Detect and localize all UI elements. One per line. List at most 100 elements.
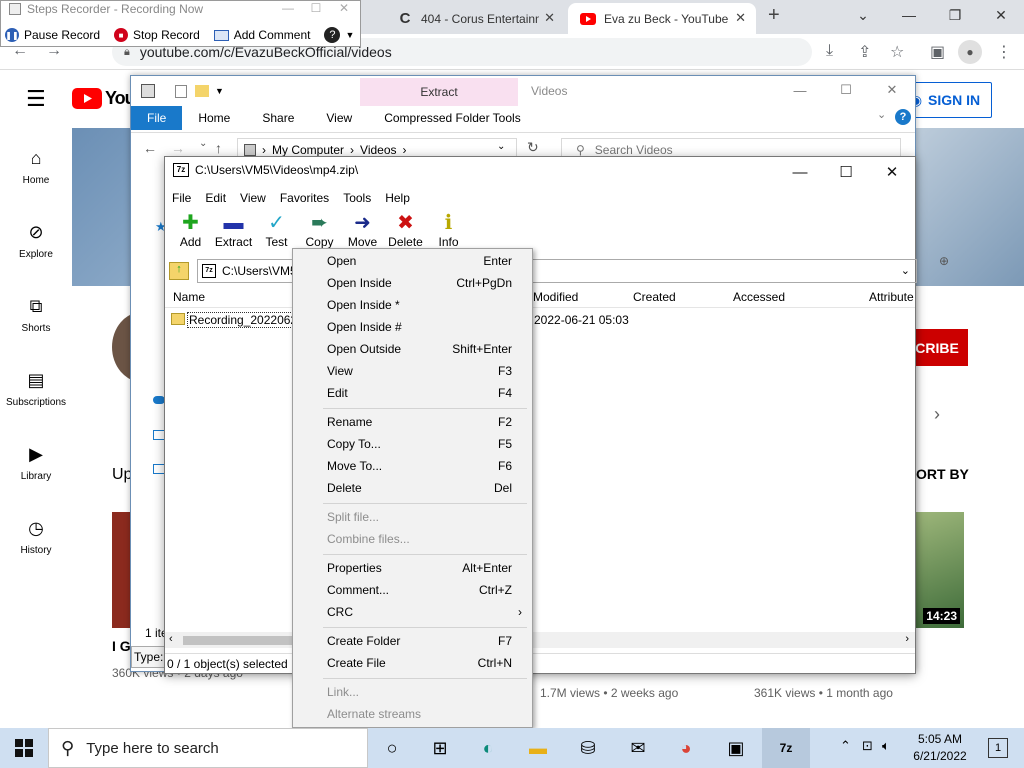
sidebar-item-shorts[interactable]: ⧉ Shorts — [0, 296, 72, 334]
tab-compressed-folder-tools[interactable]: Compressed Folder Tools — [368, 106, 537, 130]
volume-icon[interactable]: 🔈︎ — [882, 738, 890, 754]
menu-edit[interactable]: Edit — [205, 191, 226, 205]
menu-item-open-inside[interactable]: Open Inside Ctrl+PgDn — [293, 272, 532, 294]
youtube-logo[interactable]: You — [72, 88, 136, 109]
help-icon[interactable]: ? — [895, 109, 911, 125]
profile-icon[interactable]: ● — [958, 40, 982, 64]
7zip-taskbar-icon[interactable]: 7z — [762, 728, 810, 768]
scroll-right-icon[interactable]: › — [905, 633, 909, 645]
chevron-down-icon[interactable]: ⌄ — [199, 138, 207, 149]
menu-item-rename[interactable]: Rename F2 — [293, 411, 532, 433]
taskbar-search-input[interactable]: ⚲ Type here to search — [48, 728, 368, 768]
share-icon[interactable]: ⇪ — [858, 42, 871, 62]
menu-dots-icon[interactable]: ⋮ — [996, 42, 1012, 62]
menu-item-move-to[interactable]: Move To... F6 — [293, 455, 532, 477]
table-row[interactable]: Recording_2022062 2022-06-21 05:03 — [169, 310, 913, 330]
menu-item-open-inside-star[interactable]: Open Inside * — [293, 294, 532, 316]
minimize-icon[interactable]: — — [777, 76, 823, 104]
menu-file[interactable]: File — [172, 191, 191, 205]
scroll-thumb[interactable] — [183, 636, 303, 645]
mail-icon[interactable]: ✉ — [614, 728, 662, 768]
folder-up-icon[interactable]: ↑ — [169, 262, 189, 280]
close-icon[interactable]: ✕ — [978, 0, 1024, 30]
menu-item-open-inside-hash[interactable]: Open Inside # — [293, 316, 532, 338]
tab-home[interactable]: Home — [182, 106, 246, 130]
steps-recorder-taskbar-icon[interactable]: ▣ — [712, 728, 760, 768]
tab-youtube[interactable]: Eva zu Beck - YouTube ✕ — [568, 3, 756, 34]
star-icon[interactable]: ☆ — [890, 42, 904, 62]
menu-item-create-folder[interactable]: Create Folder F7 — [293, 630, 532, 652]
new-folder-icon[interactable] — [195, 85, 209, 97]
menu-item-crc[interactable]: CRC › — [293, 601, 532, 623]
column-modified[interactable]: Modified — [533, 290, 578, 304]
store-icon[interactable]: ⛁ — [564, 728, 612, 768]
menu-item-create-file[interactable]: Create File Ctrl+N — [293, 652, 532, 674]
maximize-icon[interactable]: ☐ — [823, 76, 869, 104]
column-name[interactable]: Name — [173, 290, 205, 304]
menu-item-open-outside[interactable]: Open Outside Shift+Enter — [293, 338, 532, 360]
menu-item-comment[interactable]: Comment... Ctrl+Z — [293, 579, 532, 601]
sort-by-button[interactable]: ORT BY — [916, 466, 969, 482]
back-arrow-icon[interactable]: ← — [143, 140, 157, 156]
properties-icon[interactable] — [175, 84, 187, 98]
minimize-icon[interactable]: — — [777, 157, 823, 187]
up-arrow-icon[interactable]: ↑ — [215, 140, 222, 156]
maximize-icon[interactable]: ☐ — [823, 157, 869, 187]
sidebar-item-history[interactable]: ◷ History — [0, 518, 72, 556]
menu-view[interactable]: View — [240, 191, 266, 205]
breadcrumb-item-my-computer[interactable]: My Computer — [272, 143, 344, 157]
restore-icon[interactable]: ❐ — [932, 0, 978, 30]
notification-icon[interactable]: 1 — [988, 738, 1008, 758]
menu-item-edit[interactable]: Edit F4 — [293, 382, 532, 404]
close-icon[interactable]: ✕ — [330, 1, 358, 15]
hamburger-menu-icon[interactable]: ☰ — [26, 86, 46, 112]
horizontal-scrollbar[interactable]: ‹ › — [165, 632, 915, 648]
add-button[interactable]: ✚ Add — [169, 209, 212, 257]
column-created[interactable]: Created — [633, 290, 676, 304]
menu-tools[interactable]: Tools — [343, 191, 371, 205]
minimize-icon[interactable]: — — [886, 0, 932, 30]
column-attribute[interactable]: Attribute — [869, 290, 914, 304]
minimize-icon[interactable]: — — [274, 1, 302, 15]
pause-record-button[interactable]: ❚❚ Pause Record — [5, 28, 100, 42]
menu-item-copy-to[interactable]: Copy To... F5 — [293, 433, 532, 455]
breadcrumb-item-videos[interactable]: Videos — [360, 143, 396, 157]
sidebar-icon[interactable]: ▣ — [930, 42, 945, 62]
sidebar-item-subscriptions[interactable]: ▤ Subscriptions — [0, 370, 72, 408]
menu-item-delete[interactable]: Delete Del — [293, 477, 532, 499]
close-tab-icon[interactable]: ✕ — [544, 10, 555, 26]
sidebar-item-explore[interactable]: ⊘ Explore — [0, 222, 72, 260]
add-comment-button[interactable]: Add Comment — [213, 28, 310, 42]
new-tab-button[interactable]: + — [768, 4, 780, 27]
menu-help[interactable]: Help — [385, 191, 410, 205]
maximize-icon[interactable]: ☐ — [302, 1, 330, 15]
stop-record-button[interactable]: ■ Stop Record — [114, 28, 200, 42]
refresh-icon[interactable]: ↻ — [527, 139, 539, 156]
edge-icon[interactable]: ◐ — [464, 728, 512, 768]
chevron-down-icon[interactable]: ▼ — [215, 86, 224, 96]
menu-favorites[interactable]: Favorites — [280, 191, 329, 205]
menu-item-view[interactable]: View F3 — [293, 360, 532, 382]
scroll-left-icon[interactable]: ‹ — [169, 633, 173, 645]
close-tab-icon[interactable]: ✕ — [735, 10, 746, 26]
column-accessed[interactable]: Accessed — [733, 290, 785, 304]
network-icon[interactable]: ⊡ — [862, 738, 873, 754]
chrome-icon[interactable]: ◕ — [662, 728, 710, 768]
tab-share[interactable]: Share — [246, 106, 310, 130]
extract-button[interactable]: ▬ Extract — [212, 209, 255, 257]
forward-arrow-icon[interactable]: → — [171, 140, 185, 156]
download-icon[interactable]: ⤓ — [826, 42, 833, 60]
menu-item-open[interactable]: Open Enter — [293, 250, 532, 272]
file-explorer-icon[interactable]: ▬ — [514, 728, 562, 768]
chevron-down-icon[interactable]: ⌄ — [877, 108, 886, 121]
chevron-down-icon[interactable]: ⌄ — [497, 141, 505, 152]
sidebar-item-library[interactable]: ▶ Library — [0, 444, 72, 482]
close-icon[interactable]: ✕ — [869, 76, 915, 104]
clock[interactable]: 5:05 AM 6/21/2022 — [900, 731, 980, 765]
chevron-down-icon[interactable]: ⌄ — [901, 264, 910, 277]
menu-item-properties[interactable]: Properties Alt+Enter — [293, 557, 532, 579]
tab-file[interactable]: File — [131, 106, 183, 130]
video-title[interactable]: I G — [112, 638, 131, 654]
widgets-icon[interactable]: ⊞ — [416, 728, 464, 768]
start-button[interactable] — [0, 728, 48, 768]
